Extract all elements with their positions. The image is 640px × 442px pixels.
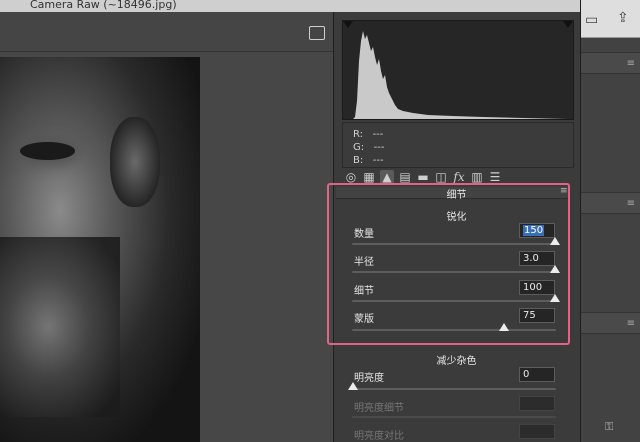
host-panel-menu-icon[interactable]: ≡ bbox=[627, 318, 635, 329]
luminance-input[interactable]: 0 bbox=[519, 367, 555, 382]
luminance-detail-slider-track bbox=[352, 416, 556, 418]
host-panel-strip: ▭ ⇪ ≡ ≡ ≡ ⚿ bbox=[580, 0, 640, 442]
luminance-contrast-label: 明亮度对比 bbox=[354, 431, 404, 442]
panel-layout-icon[interactable]: ▭ bbox=[585, 12, 598, 28]
lock-icon[interactable]: ⚿ bbox=[605, 420, 613, 434]
grid-icon[interactable]: ▦ bbox=[362, 170, 376, 184]
noise-reduction-heading: 减少杂色 bbox=[436, 356, 477, 367]
mountains-icon[interactable]: ▲ bbox=[380, 170, 394, 184]
rgb-row-b: B: --- bbox=[353, 155, 384, 166]
host-panel-header-3: ≡ bbox=[581, 312, 640, 334]
rgb-row-r: R: --- bbox=[353, 129, 384, 140]
host-panel-header-1: ≡ bbox=[581, 52, 640, 74]
luminance-slider-thumb[interactable] bbox=[348, 382, 358, 390]
split-toning-icon[interactable]: ▬ bbox=[416, 170, 430, 184]
fx-icon[interactable]: fx bbox=[452, 170, 466, 184]
luminance-label: 明亮度 bbox=[354, 373, 384, 384]
histogram-graph bbox=[353, 31, 568, 119]
shadow-clipping-icon[interactable] bbox=[343, 21, 353, 28]
host-panel-menu-icon[interactable]: ≡ bbox=[627, 198, 635, 209]
luminance-contrast-input bbox=[519, 424, 555, 439]
lens-icon[interactable]: ◫ bbox=[434, 170, 448, 184]
host-panel-header-2: ≡ bbox=[581, 192, 640, 214]
highlight-clipping-icon[interactable] bbox=[563, 21, 573, 28]
photo-eye-region bbox=[20, 142, 75, 160]
rgb-row-g: G: --- bbox=[353, 142, 385, 153]
luminance-detail-label: 明亮度细节 bbox=[354, 403, 404, 414]
sliders-icon[interactable]: ☰ bbox=[488, 170, 502, 184]
host-toolbar: ▭ ⇪ bbox=[581, 0, 640, 38]
window-title-bar: Camera Raw (~18496.jpg) bbox=[0, 0, 580, 12]
photo-preview bbox=[0, 57, 200, 442]
window-title: Camera Raw (~18496.jpg) bbox=[30, 0, 177, 11]
luminance-slider-track[interactable] bbox=[352, 388, 556, 390]
host-panel-menu-icon[interactable]: ≡ bbox=[627, 58, 635, 69]
photo-ear-region bbox=[110, 117, 160, 207]
share-icon[interactable]: ⇪ bbox=[617, 10, 629, 26]
rgb-readout: R: --- G: --- B: --- bbox=[342, 122, 574, 168]
aperture-icon[interactable]: ◎ bbox=[344, 170, 358, 184]
hsl-icon[interactable]: ▤ bbox=[398, 170, 412, 184]
highlight-frame bbox=[327, 183, 570, 345]
camera-calibration-icon[interactable]: ▥ bbox=[470, 170, 484, 184]
photo-beard-region bbox=[0, 237, 120, 417]
image-canvas[interactable] bbox=[0, 12, 333, 442]
canvas-toolbar bbox=[0, 12, 333, 52]
luminance-detail-input bbox=[519, 396, 555, 411]
histogram bbox=[342, 20, 574, 120]
toggle-fullscreen-icon[interactable] bbox=[309, 26, 325, 40]
